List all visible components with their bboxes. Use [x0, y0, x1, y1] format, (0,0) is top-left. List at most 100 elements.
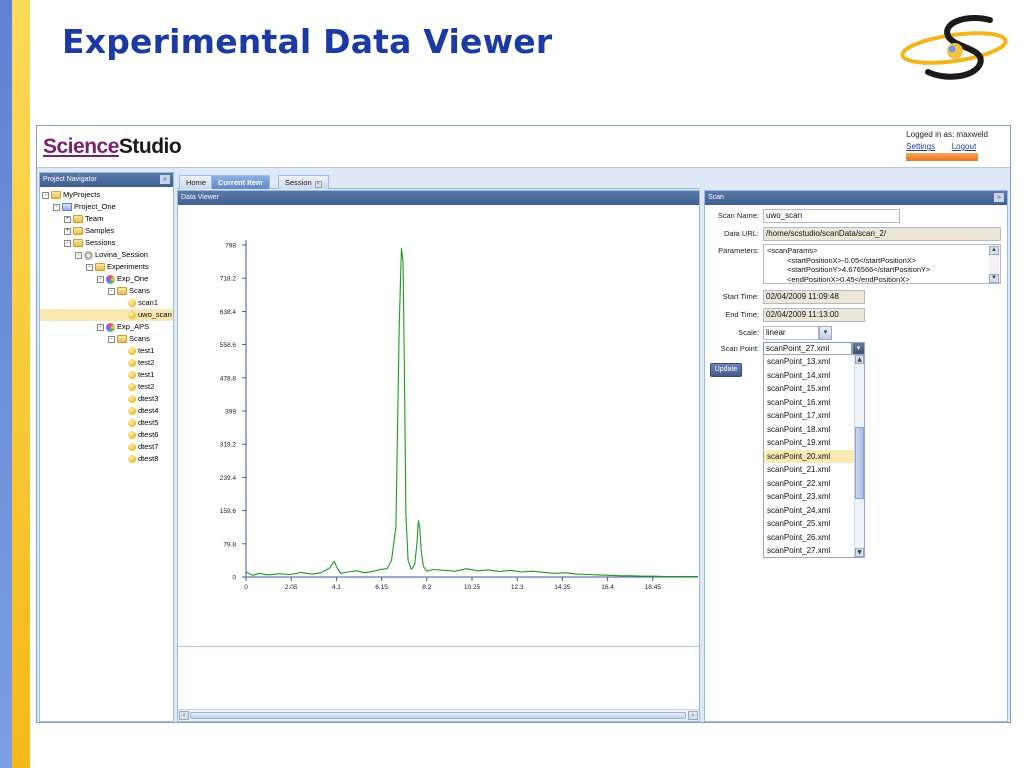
project-navigator-panel: Project Navigator « - MyProjects - Project_…: [39, 172, 174, 722]
tab-bar: Home Current Item Session ×: [177, 172, 700, 189]
tree-node[interactable]: - Exp_One: [40, 273, 173, 285]
scan-point-option[interactable]: scanPoint_26.xml: [764, 531, 864, 545]
close-tab-icon[interactable]: ×: [314, 181, 322, 188]
collapse-node-icon[interactable]: -: [53, 203, 60, 211]
x-tick-label: 0: [244, 584, 248, 591]
tab-current-item[interactable]: Current Item: [211, 175, 270, 189]
tree-node[interactable]: + Team: [40, 213, 173, 225]
tree-node-label: dtest3: [138, 394, 159, 403]
scale-select[interactable]: linear: [763, 325, 819, 340]
scroll-right-icon[interactable]: ›: [688, 711, 698, 720]
y-tick-label: 319.2: [220, 442, 237, 449]
x-tick-label: 18.45: [645, 584, 662, 591]
horizontal-scrollbar[interactable]: ‹ ›: [178, 709, 699, 721]
tree-node[interactable]: test1: [40, 369, 173, 381]
tree-node[interactable]: - Scans: [40, 285, 173, 297]
collapse-node-icon[interactable]: -: [86, 263, 93, 271]
center-region: Home Current Item Session × Data Viewer 0…: [177, 172, 700, 722]
tree-node[interactable]: dtest8: [40, 453, 173, 465]
scan-point-option[interactable]: scanPoint_27.xml: [764, 544, 864, 557]
scan-point-option[interactable]: scanPoint_19.xml: [764, 436, 864, 450]
dot-icon: [128, 419, 136, 427]
tab-session[interactable]: Session ×: [278, 175, 329, 189]
collapse-node-icon[interactable]: -: [108, 335, 115, 343]
scan-point-option[interactable]: scanPoint_14.xml: [764, 369, 864, 383]
project-navigator-header: Project Navigator «: [40, 173, 173, 187]
tree-node[interactable]: dtest6: [40, 429, 173, 441]
spectrum-chart[interactable]: 0 79.8 159.6 239.4 319.2 399 478.8 558.6 638.4 71…: [178, 205, 699, 645]
logout-link[interactable]: Logout: [952, 142, 976, 151]
expand-node-icon[interactable]: +: [64, 227, 71, 235]
scan-point-option[interactable]: scanPoint_24.xml: [764, 504, 864, 518]
scan-point-option[interactable]: scanPoint_23.xml: [764, 490, 864, 504]
tab-home-label: Home: [186, 178, 207, 187]
collapse-node-icon[interactable]: -: [108, 287, 115, 295]
end-time-field[interactable]: 02/04/2009 11:13:00: [763, 307, 865, 322]
tree-node[interactable]: - Scans: [40, 333, 173, 345]
dropdown-scroll-down-icon[interactable]: ▼: [855, 548, 864, 557]
collapse-node-icon[interactable]: -: [75, 251, 82, 259]
scan-point-option[interactable]: scanPoint_13.xml: [764, 355, 864, 369]
scroll-thumb[interactable]: [190, 712, 686, 719]
collapse-node-icon[interactable]: -: [97, 323, 104, 331]
y-tick-label: 638.4: [220, 309, 237, 316]
tree-node[interactable]: dtest7: [40, 441, 173, 453]
data-url-field[interactable]: /home/scstudio/scanData/scan_2/: [763, 226, 1001, 241]
tree-node[interactable]: - Sessions: [40, 237, 173, 249]
tree-node[interactable]: dtest5: [40, 417, 173, 429]
expand-panel-icon[interactable]: »: [994, 193, 1004, 202]
scroll-left-icon[interactable]: ‹: [179, 711, 189, 720]
parameters-textarea[interactable]: <scanParams> <startPositionX>-0.05</star…: [763, 244, 1001, 284]
tab-home[interactable]: Home: [179, 175, 214, 189]
tree-node[interactable]: test1: [40, 345, 173, 357]
scan-point-option[interactable]: scanPoint_25.xml: [764, 517, 864, 531]
scan-point-option[interactable]: scanPoint_15.xml: [764, 382, 864, 396]
scan-point-option[interactable]: scanPoint_18.xml: [764, 423, 864, 437]
dropdown-scrollbar[interactable]: ▲ ▼: [854, 355, 864, 557]
scroll-up-icon[interactable]: ▲: [989, 246, 999, 255]
dot-icon: [128, 395, 136, 403]
scan-point-option[interactable]: scanPoint_20.xml: [764, 449, 864, 463]
folder-icon: [51, 191, 61, 199]
tree-node[interactable]: - Experiments: [40, 261, 173, 273]
tree-node[interactable]: dtest3: [40, 393, 173, 405]
tree-node[interactable]: uwo_scan: [40, 309, 173, 321]
collapse-node-icon[interactable]: -: [97, 275, 104, 283]
dropdown-scroll-thumb[interactable]: [855, 427, 864, 499]
tree-node[interactable]: - Project_One: [40, 201, 173, 213]
tree-node[interactable]: scan1: [40, 297, 173, 309]
collapse-panel-icon[interactable]: «: [160, 175, 170, 184]
gear-icon: [84, 250, 93, 260]
collapse-node-icon[interactable]: -: [64, 239, 71, 247]
tree-node[interactable]: - MyProjects: [40, 189, 173, 201]
scan-name-input[interactable]: uwo_scan: [763, 208, 900, 223]
data-viewer-header: Data Viewer: [178, 191, 699, 205]
expand-node-icon[interactable]: +: [64, 215, 71, 223]
x-tick-label: 4.1: [332, 584, 341, 591]
tree-node[interactable]: dtest4: [40, 405, 173, 417]
sciencestudio-app-window: ScienceStudio Logged in as: maxweld Sett…: [36, 125, 1011, 723]
app-brand[interactable]: ScienceStudio: [43, 135, 182, 159]
x-tick-label: 12.3: [511, 584, 524, 591]
params-scrollbar[interactable]: ▲ ▼: [989, 246, 999, 283]
viewer-lower-area: [178, 646, 699, 709]
y-tick-label: 478.8: [220, 375, 237, 382]
tree-node-label: Sessions: [85, 238, 116, 247]
scale-dropdown-icon[interactable]: ▾: [819, 325, 832, 340]
scan-point-option[interactable]: scanPoint_17.xml: [764, 409, 864, 423]
dropdown-scroll-up-icon[interactable]: ▲: [855, 355, 864, 364]
tree-node[interactable]: + Samples: [40, 225, 173, 237]
scroll-down-icon[interactable]: ▼: [989, 274, 999, 283]
scan-point-option[interactable]: scanPoint_21.xml: [764, 463, 864, 477]
update-button[interactable]: Update: [710, 363, 742, 377]
tree-node[interactable]: test2: [40, 357, 173, 369]
x-tick-label: 14.35: [554, 584, 571, 591]
scan-point-option[interactable]: scanPoint_22.xml: [764, 477, 864, 491]
tree-node[interactable]: - Lovina_Session: [40, 249, 173, 261]
tree-node[interactable]: test2: [40, 381, 173, 393]
collapse-node-icon[interactable]: -: [42, 191, 49, 199]
scan-point-option[interactable]: scanPoint_16.xml: [764, 396, 864, 410]
settings-link[interactable]: Settings: [906, 142, 935, 151]
start-time-field[interactable]: 02/04/2009 11:09:48: [763, 289, 865, 304]
tree-node[interactable]: - Exp_APS: [40, 321, 173, 333]
